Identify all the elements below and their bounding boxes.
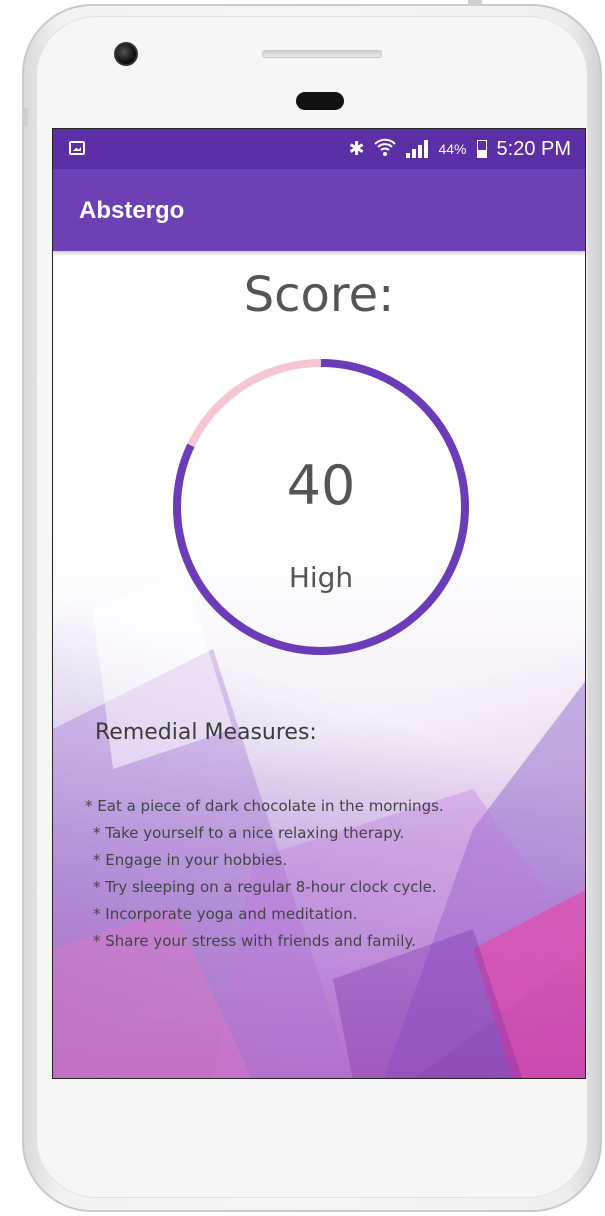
- speaker-grille: [262, 50, 382, 58]
- score-level: High: [288, 561, 354, 594]
- power-key: [468, 0, 482, 6]
- score-title: Score:: [243, 267, 395, 323]
- bluetooth-icon: ✱: [348, 138, 365, 160]
- battery-icon: [476, 140, 487, 158]
- app-screen: ✱ 44% 5:20 PM Abstergo Score: 40 High Re…: [52, 128, 586, 1079]
- gallery-notification-icon: [69, 141, 85, 155]
- battery-percent: 44%: [438, 141, 467, 157]
- score-value: 40: [286, 454, 356, 517]
- status-time: 5:20 PM: [496, 137, 571, 160]
- list-item: * Try sleeping on a regular 8-hour clock…: [93, 878, 437, 896]
- front-camera: [114, 42, 138, 66]
- list-item: * Engage in your hobbies.: [93, 851, 288, 869]
- status-bar: ✱ 44% 5:20 PM: [53, 129, 585, 169]
- remedial-measures-list: * Eat a piece of dark chocolate in the m…: [85, 793, 444, 955]
- list-item: * Share your stress with friends and fam…: [93, 932, 416, 950]
- list-item: * Take yourself to a nice relaxing thera…: [93, 824, 405, 842]
- app-bar: Abstergo: [53, 169, 585, 251]
- list-item: * Eat a piece of dark chocolate in the m…: [85, 797, 444, 815]
- signal-icon: [406, 140, 429, 158]
- wifi-icon: [374, 137, 397, 161]
- remedial-measures-title: Remedial Measures:: [95, 720, 317, 745]
- volume-key: [22, 108, 28, 126]
- earpiece: [296, 92, 344, 110]
- list-item: * Incorporate yoga and meditation.: [93, 905, 358, 923]
- app-title: Abstergo: [79, 197, 185, 224]
